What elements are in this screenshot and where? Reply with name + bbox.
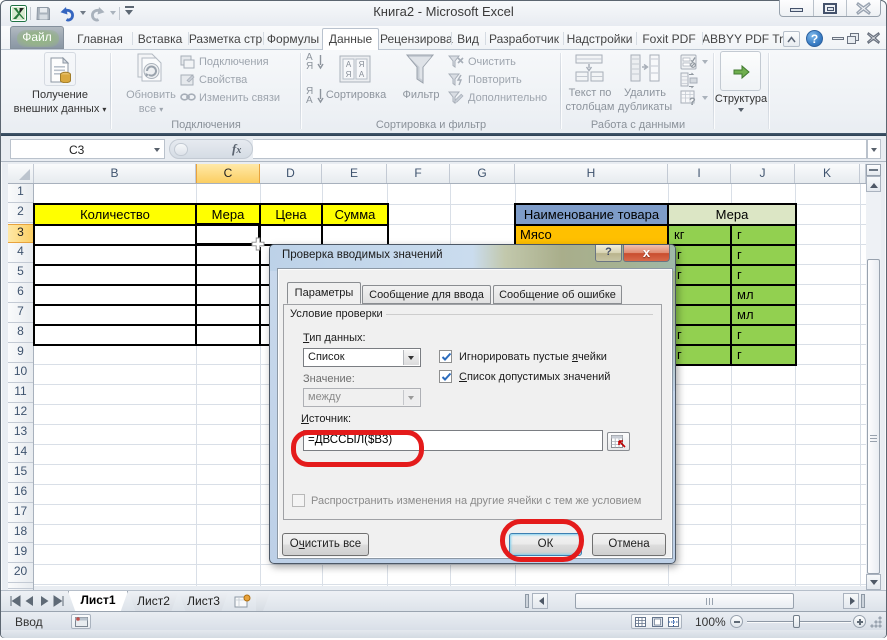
svg-text:Я: Я <box>359 60 365 69</box>
svg-text:А: А <box>359 70 365 79</box>
svg-text:Я: Я <box>346 70 352 79</box>
svg-text:?: ? <box>689 96 696 107</box>
svg-text:А: А <box>346 60 352 69</box>
